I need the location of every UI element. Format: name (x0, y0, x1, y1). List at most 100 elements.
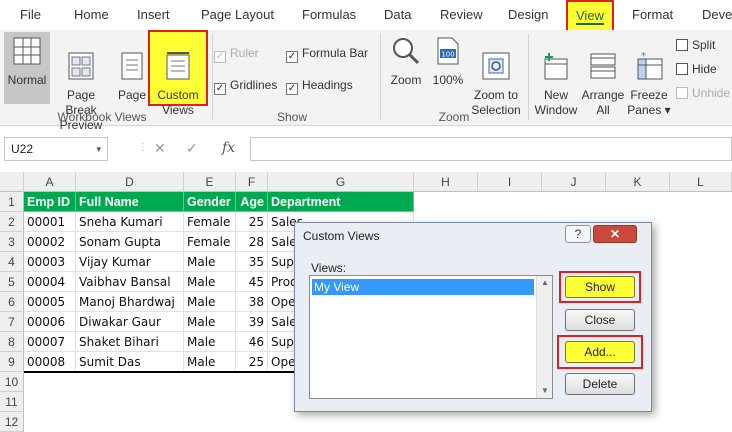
list-item[interactable]: My View (312, 279, 534, 295)
column-header[interactable]: J (542, 172, 606, 192)
table-cell[interactable]: Sumit Das (76, 352, 184, 372)
tab-review[interactable]: Review (440, 0, 483, 30)
row-header[interactable]: 3 (0, 232, 24, 252)
custom-views-button[interactable]: Custom Views (148, 30, 208, 117)
scroll-up-icon[interactable]: ▲ (537, 276, 553, 290)
name-box[interactable]: U22 ▾ (4, 137, 108, 161)
table-cell[interactable]: Male (184, 252, 236, 272)
row-header[interactable]: 10 (0, 372, 24, 392)
table-cell[interactable]: 46 (236, 332, 268, 352)
show-button[interactable]: Show (565, 276, 635, 298)
gridlines-checkbox[interactable]: ✓ Gridlines (214, 78, 277, 95)
table-header-cell[interactable]: Full Name (76, 192, 184, 212)
table-header-cell[interactable]: Emp ID (24, 192, 76, 212)
column-header[interactable]: A (24, 172, 76, 192)
close-icon[interactable]: ✕ (593, 225, 637, 243)
hide-button[interactable]: Hide (676, 62, 717, 76)
fx-icon[interactable]: fx (222, 140, 235, 156)
column-header[interactable]: F (236, 172, 268, 192)
table-cell[interactable]: 00001 (24, 212, 76, 232)
table-cell[interactable]: 38 (236, 292, 268, 312)
arrange-all-button[interactable]: Arrange All (580, 34, 626, 117)
tab-insert[interactable]: Insert (137, 0, 170, 30)
delete-button[interactable]: Delete (565, 373, 635, 395)
row-header[interactable]: 2 (0, 212, 24, 232)
split-button[interactable]: Split (676, 38, 715, 52)
zoom-button[interactable]: Zoom (386, 34, 426, 94)
row-header[interactable]: 4 (0, 252, 24, 272)
formula-bar-checkbox[interactable]: ✓ Formula Bar (286, 46, 368, 63)
table-cell[interactable]: 00002 (24, 232, 76, 252)
column-header[interactable]: K (606, 172, 670, 192)
close-button[interactable]: Close (565, 309, 635, 331)
formula-input[interactable] (250, 137, 732, 161)
row-header[interactable]: 6 (0, 292, 24, 312)
column-header[interactable]: D (76, 172, 184, 192)
table-cell[interactable]: Vaibhav Bansal (76, 272, 184, 292)
table-cell[interactable]: 28 (236, 232, 268, 252)
row-header[interactable]: 7 (0, 312, 24, 332)
scrollbar[interactable]: ▲ ▼ (536, 276, 552, 398)
table-cell[interactable]: Male (184, 292, 236, 312)
column-header[interactable]: I (478, 172, 542, 192)
row-header[interactable]: 8 (0, 332, 24, 352)
zoom-to-selection-button[interactable]: Zoom to Selection (468, 34, 524, 117)
row-header[interactable]: 12 (0, 412, 24, 432)
ruler-checkbox[interactable]: ✓ Ruler (214, 46, 259, 63)
tab-design[interactable]: Design (508, 0, 548, 30)
page-break-preview-button[interactable]: Page Break Preview (50, 32, 112, 132)
page-layout-view-button[interactable]: Page Layout (114, 32, 150, 104)
row-header[interactable]: 9 (0, 352, 24, 372)
enter-icon[interactable]: ✓ (186, 140, 198, 157)
tab-data[interactable]: Data (384, 0, 411, 30)
table-cell[interactable]: Female (184, 232, 236, 252)
table-cell[interactable]: 00005 (24, 292, 76, 312)
table-cell[interactable]: 00006 (24, 312, 76, 332)
table-cell[interactable]: 00008 (24, 352, 76, 372)
tab-format[interactable]: Format (632, 0, 673, 30)
table-cell[interactable]: 39 (236, 312, 268, 332)
table-cell[interactable]: Sneha Kumari (76, 212, 184, 232)
table-cell[interactable]: Sonam Gupta (76, 232, 184, 252)
table-cell[interactable]: 45 (236, 272, 268, 292)
tab-home[interactable]: Home (74, 0, 109, 30)
table-cell[interactable]: Diwakar Gaur (76, 312, 184, 332)
tab-formulas[interactable]: Formulas (302, 0, 356, 30)
zoom-100-button[interactable]: 100 100% (430, 34, 466, 94)
tab-page-layout[interactable]: Page Layout (201, 0, 274, 30)
table-cell[interactable]: Female (184, 212, 236, 232)
table-cell[interactable]: 35 (236, 252, 268, 272)
column-header[interactable]: H (414, 172, 478, 192)
table-cell[interactable]: 00004 (24, 272, 76, 292)
table-cell[interactable]: 25 (236, 212, 268, 232)
table-cell[interactable]: Male (184, 272, 236, 292)
row-header[interactable]: 11 (0, 392, 24, 412)
column-header[interactable]: L (670, 172, 732, 192)
table-header-cell[interactable]: Gender (184, 192, 236, 212)
table-cell[interactable]: 25 (236, 352, 268, 372)
select-all-corner[interactable] (0, 172, 24, 192)
headings-checkbox[interactable]: ✓ Headings (286, 78, 353, 95)
freeze-panes-button[interactable]: * Freeze Panes ▾ (626, 34, 672, 117)
table-cell[interactable]: Male (184, 352, 236, 372)
column-header[interactable]: E (184, 172, 236, 192)
cancel-icon[interactable]: ✕ (154, 140, 166, 157)
table-header-cell[interactable]: Department (268, 192, 414, 212)
add-button[interactable]: Add... (565, 341, 635, 363)
unhide-button[interactable]: Unhide (676, 86, 730, 100)
table-cell[interactable]: Male (184, 332, 236, 352)
table-header-cell[interactable]: Age (236, 192, 268, 212)
views-listbox[interactable]: My View ▲ ▼ (309, 275, 553, 399)
table-cell[interactable]: 00007 (24, 332, 76, 352)
scroll-down-icon[interactable]: ▼ (537, 384, 553, 398)
tab-developer[interactable]: Deve (702, 0, 732, 30)
new-window-button[interactable]: New Window (532, 34, 580, 117)
row-header[interactable]: 1 (0, 192, 24, 212)
table-cell[interactable]: Vijay Kumar (76, 252, 184, 272)
table-cell[interactable]: Shaket Bihari (76, 332, 184, 352)
table-cell[interactable]: 00003 (24, 252, 76, 272)
help-button[interactable]: ? (565, 225, 591, 243)
table-cell[interactable]: Manoj Bhardwaj (76, 292, 184, 312)
row-header[interactable]: 5 (0, 272, 24, 292)
tab-file[interactable]: File (20, 0, 41, 30)
